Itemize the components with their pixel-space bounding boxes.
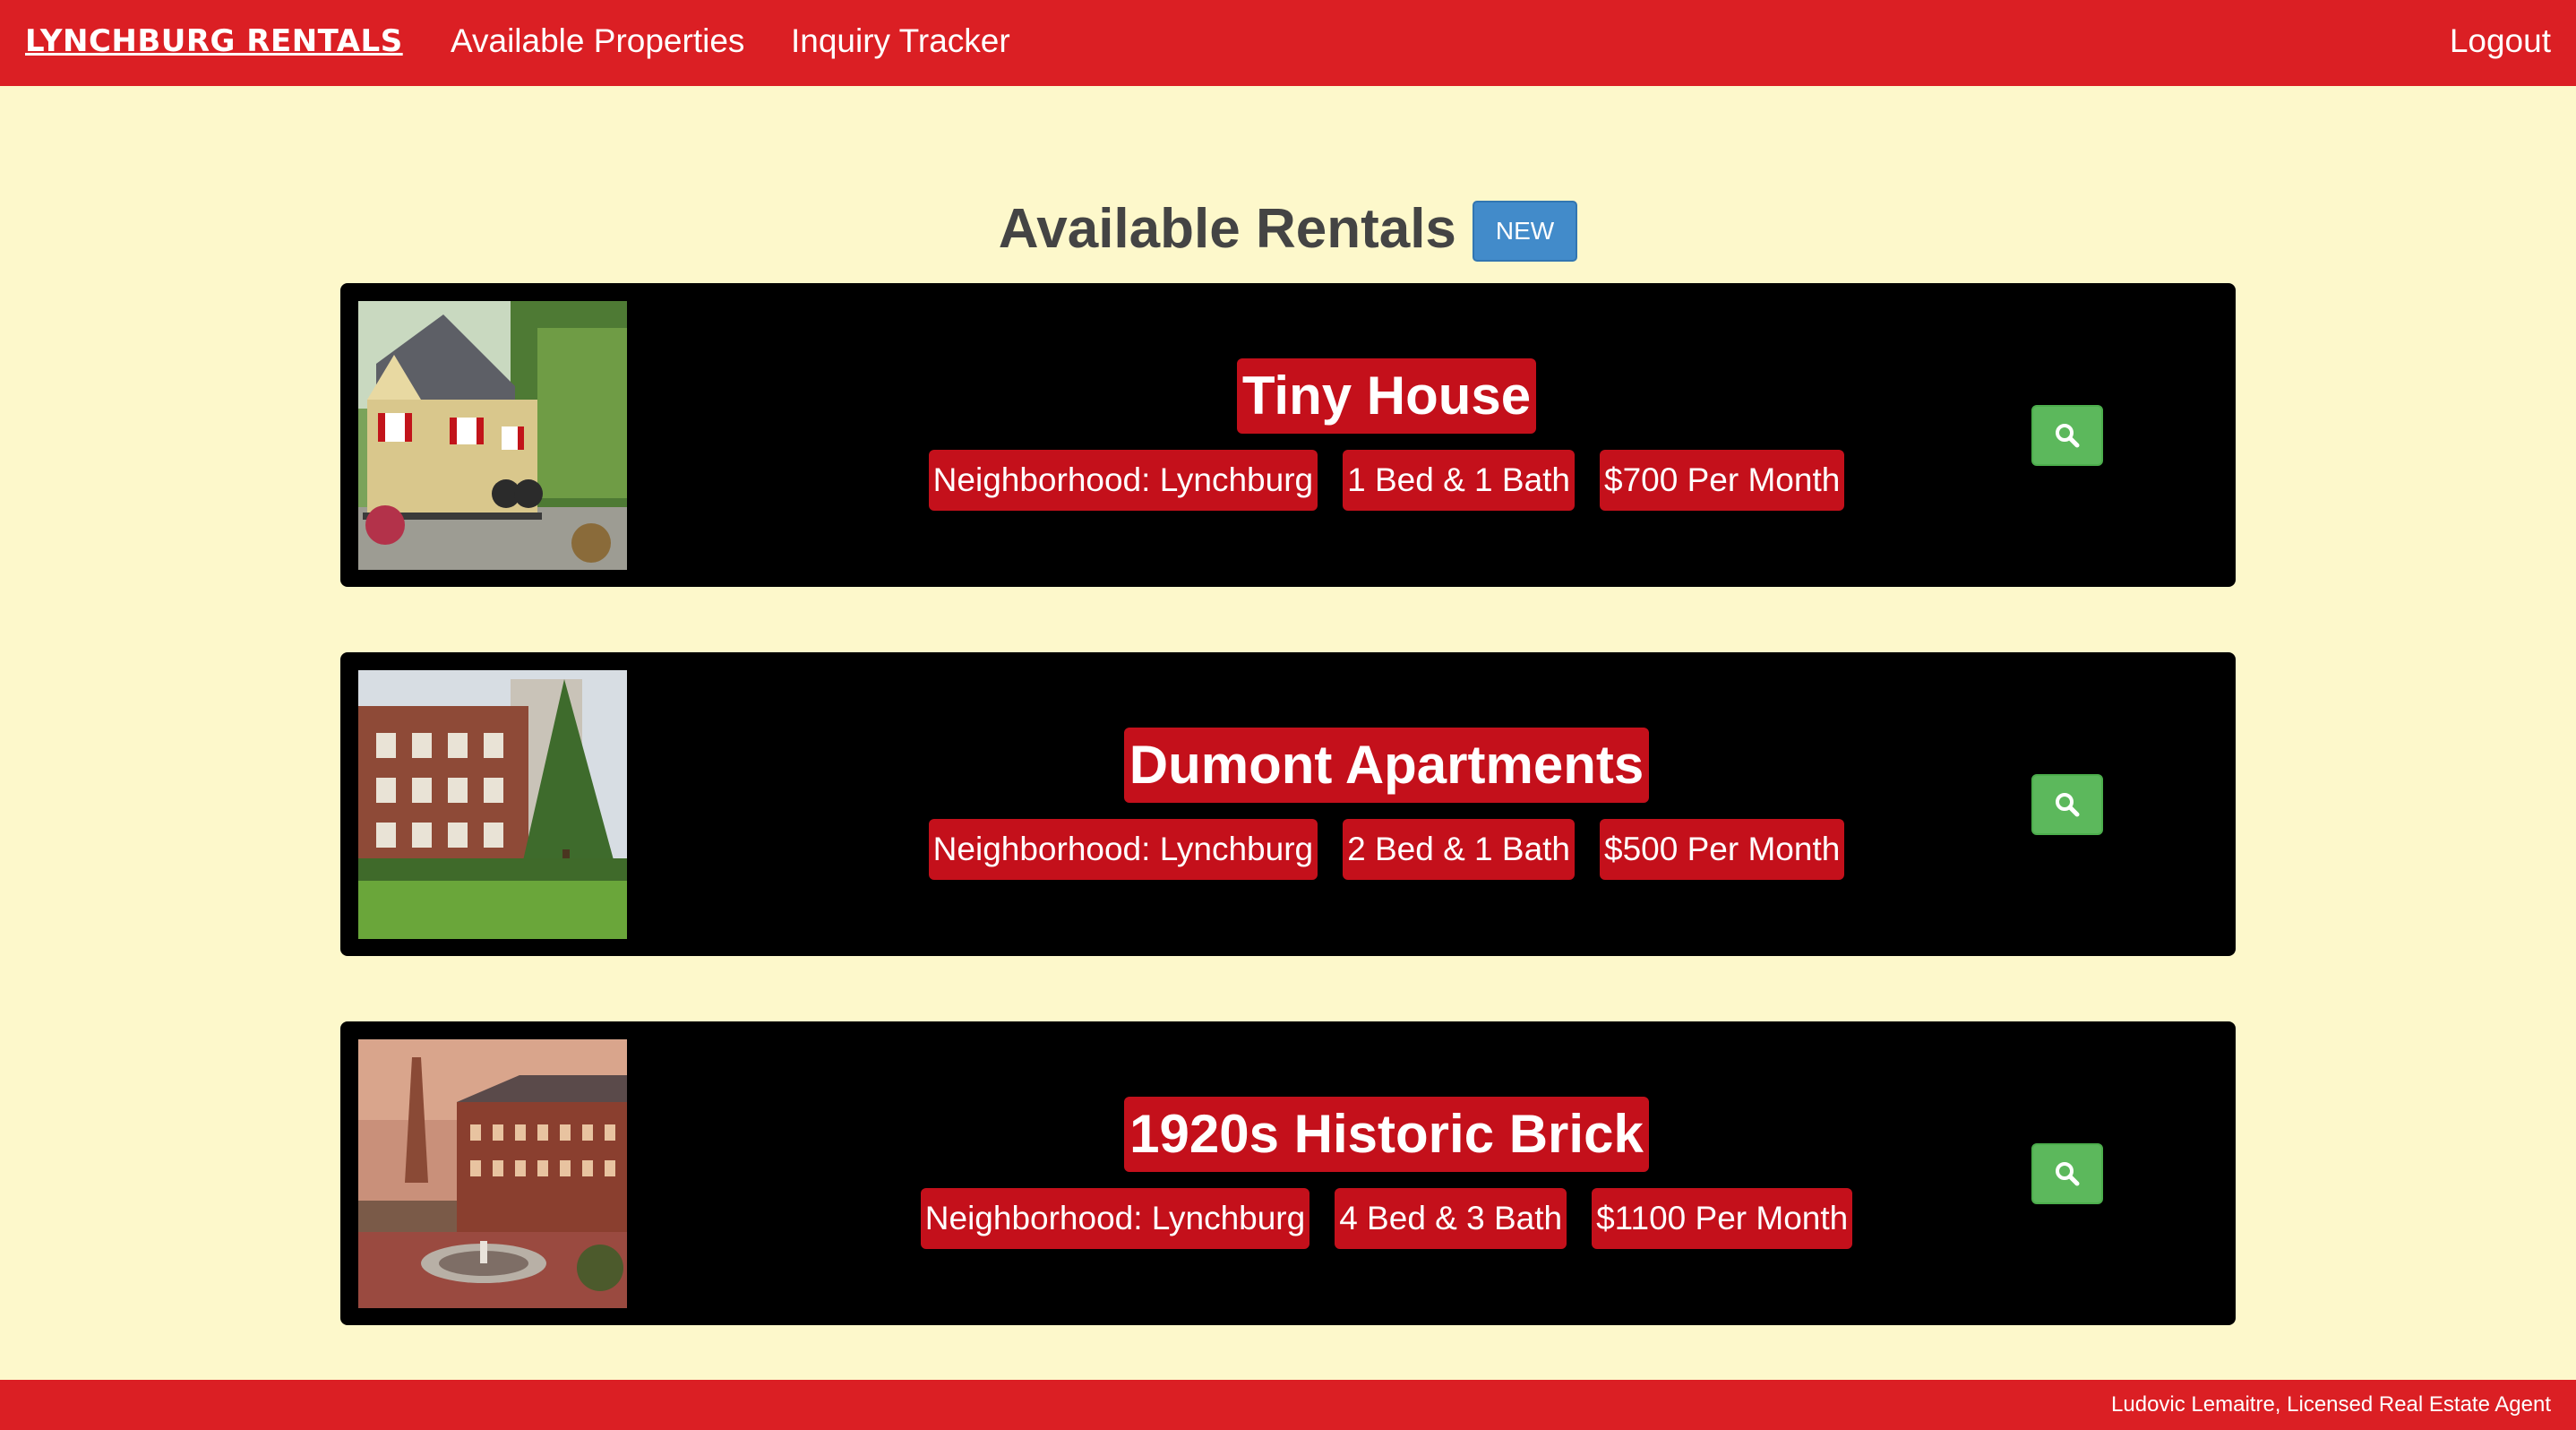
neighborhood-tag: Neighborhood: Lynchburg	[928, 819, 1318, 880]
logout-link[interactable]: Logout	[2450, 20, 2551, 63]
page-title: Available Rentals	[998, 198, 1456, 260]
listing-card: Tiny House Neighborhood: Lynchburg 1 Bed…	[340, 283, 2236, 587]
listing-details: Tiny House Neighborhood: Lynchburg 1 Bed…	[627, 283, 2146, 587]
apartment-building-photo[interactable]	[358, 670, 627, 939]
search-icon	[2056, 424, 2080, 448]
new-listing-button[interactable]: NEW	[1472, 201, 1578, 262]
footer-bar: Ludovic Lemaitre, Licensed Real Estate A…	[0, 1380, 2576, 1430]
neighborhood-tag: Neighborhood: Lynchburg	[920, 1188, 1310, 1249]
page-header: Available Rentals NEW	[0, 194, 2576, 265]
search-icon	[2056, 1162, 2080, 1186]
listing-title: Dumont Apartments	[1123, 728, 1650, 803]
listing-title: 1920s Historic Brick	[1124, 1097, 1649, 1172]
neighborhood-tag: Neighborhood: Lynchburg	[928, 450, 1318, 511]
price-tag: $1100 Per Month	[1592, 1188, 1853, 1249]
brand-link[interactable]: LYNCHBURG RENTALS	[25, 20, 403, 63]
listing-details: Dumont Apartments Neighborhood: Lynchbur…	[627, 652, 2146, 956]
listing-tags: Neighborhood: Lynchburg 2 Bed & 1 Bath $…	[627, 819, 2146, 880]
price-tag: $500 Per Month	[1600, 819, 1845, 880]
rooms-tag: 1 Bed & 1 Bath	[1343, 450, 1576, 511]
listing-tags: Neighborhood: Lynchburg 4 Bed & 3 Bath $…	[627, 1188, 2146, 1249]
view-listing-button[interactable]	[2031, 1143, 2103, 1204]
nav-inquiry-tracker[interactable]: Inquiry Tracker	[791, 20, 1010, 63]
view-listing-button[interactable]	[2031, 774, 2103, 835]
tiny-house-photo[interactable]	[358, 301, 627, 570]
listing-list: Tiny House Neighborhood: Lynchburg 1 Bed…	[340, 283, 2236, 1391]
rooms-tag: 4 Bed & 3 Bath	[1335, 1188, 1567, 1249]
agent-credit: Ludovic Lemaitre, Licensed Real Estate A…	[2111, 1392, 2551, 1417]
price-tag: $700 Per Month	[1600, 450, 1845, 511]
view-listing-button[interactable]	[2031, 405, 2103, 466]
listing-card: 1920s Historic Brick Neighborhood: Lynch…	[340, 1021, 2236, 1325]
rooms-tag: 2 Bed & 1 Bath	[1343, 819, 1576, 880]
listing-title: Tiny House	[1236, 358, 1537, 434]
top-navbar: LYNCHBURG RENTALS Available Properties I…	[0, 0, 2576, 86]
listing-details: 1920s Historic Brick Neighborhood: Lynch…	[627, 1021, 2146, 1325]
search-icon	[2056, 793, 2080, 817]
listing-card: Dumont Apartments Neighborhood: Lynchbur…	[340, 652, 2236, 956]
historic-brick-building-photo[interactable]	[358, 1039, 627, 1308]
nav-available-properties[interactable]: Available Properties	[451, 20, 744, 63]
listing-tags: Neighborhood: Lynchburg 1 Bed & 1 Bath $…	[627, 450, 2146, 511]
